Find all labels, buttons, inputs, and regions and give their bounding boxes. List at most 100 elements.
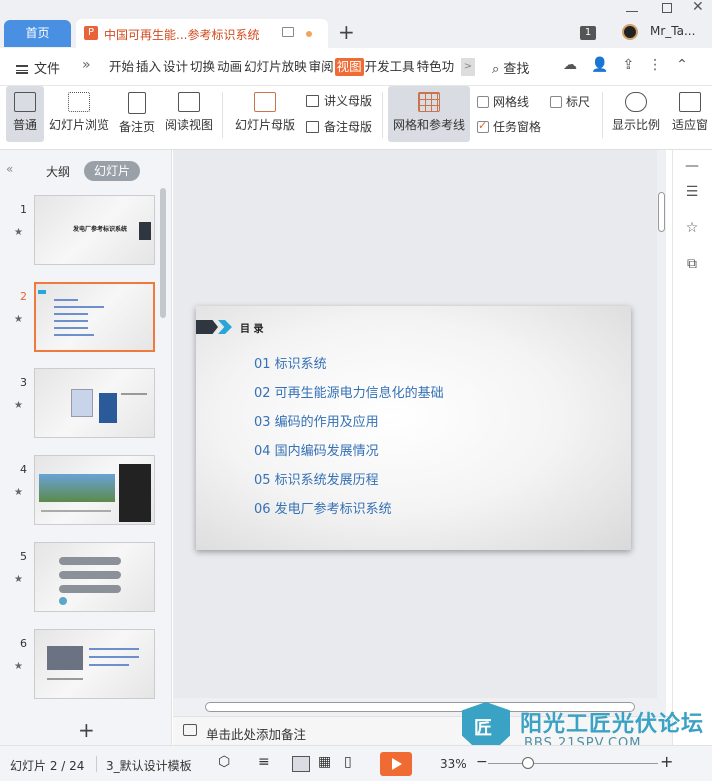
notes-page-button[interactable]: 备注页: [116, 86, 158, 142]
maximize-icon[interactable]: [662, 3, 672, 13]
thumbnail-image: [39, 474, 115, 502]
toc-item[interactable]: 04 国内编码发展情况: [254, 440, 379, 459]
slide-master-button[interactable]: 幻灯片母版: [232, 86, 298, 142]
template-name[interactable]: 3_默认设计模板: [106, 757, 192, 774]
reading-view-button[interactable]: 阅读视图: [162, 86, 216, 142]
cube-icon[interactable]: ⬡: [218, 754, 230, 770]
vertical-scrollbar[interactable]: [657, 150, 666, 698]
tab-outline[interactable]: 大纲: [46, 163, 70, 180]
tab-transition[interactable]: 切换: [189, 58, 216, 76]
star-icon[interactable]: ★: [14, 487, 23, 498]
collapse-ribbon-icon[interactable]: ⌃: [676, 57, 688, 73]
star-icon[interactable]: ★: [14, 661, 23, 672]
grid-guides-button[interactable]: 网格和参考线: [388, 86, 470, 142]
home-tab[interactable]: 首页: [4, 20, 71, 47]
notes-master-button[interactable]: 备注母版: [306, 118, 372, 135]
star-icon[interactable]: ★: [14, 574, 23, 585]
zoom-slider-track[interactable]: [488, 763, 658, 764]
zoom-slider-handle[interactable]: [522, 757, 534, 769]
gridlines-checkbox[interactable]: 网格线: [477, 93, 529, 110]
slide-heading[interactable]: 目 录: [240, 320, 263, 335]
grid-view-icon[interactable]: ▦: [318, 754, 331, 770]
current-slide[interactable]: 目 录 01 标识系统 02 可再生能源电力信息化的基础 03 编码的作用及应用…: [196, 306, 631, 550]
minimize-icon[interactable]: [626, 2, 638, 12]
tab-view[interactable]: 视图: [334, 58, 364, 76]
book-view-icon[interactable]: ▯: [344, 754, 352, 770]
star-icon[interactable]: ★: [14, 227, 23, 238]
slide-thumbnail[interactable]: [34, 455, 155, 525]
toc-item[interactable]: 05 标识系统发展历程: [254, 469, 379, 488]
play-slideshow-button[interactable]: [380, 752, 412, 776]
menu-expand-button[interactable]: »: [82, 57, 91, 73]
star-icon[interactable]: ★: [14, 400, 23, 411]
toc-item[interactable]: 06 发电厂参考标识系统: [254, 498, 392, 517]
task-pane-check-box[interactable]: [477, 119, 489, 133]
document-tab[interactable]: P 中国可再生能...参考标识系统: [76, 19, 328, 48]
ruler-checkbox[interactable]: 标尺: [550, 93, 590, 110]
align-icon[interactable]: ≡: [258, 754, 270, 770]
zoom-level[interactable]: 33%: [440, 757, 467, 771]
book-icon: [178, 92, 200, 112]
tab-design[interactable]: 设计: [162, 58, 189, 76]
search-button[interactable]: ⌕ 查找: [492, 58, 529, 77]
tab-start[interactable]: 开始: [108, 58, 135, 76]
tabs-scroll-right-button[interactable]: >: [461, 58, 475, 76]
tab-slideshow[interactable]: 幻灯片放映: [243, 58, 308, 76]
zoom-out-button[interactable]: −: [476, 754, 488, 770]
more-icon[interactable]: ⋮: [648, 57, 662, 73]
zoom-in-button[interactable]: +: [660, 752, 673, 771]
star-magic-icon[interactable]: ☆: [683, 220, 701, 238]
handout-master-button[interactable]: 讲义母版: [306, 92, 372, 109]
close-icon[interactable]: ✕: [692, 0, 704, 15]
slide-browse-button[interactable]: 幻灯片浏览: [46, 86, 112, 142]
menu-lines-icon[interactable]: —: [683, 158, 701, 176]
tab-review[interactable]: 审阅: [308, 58, 335, 76]
slide-master-label: 幻灯片母版: [234, 118, 295, 132]
fit-window-button[interactable]: 适应窗: [668, 86, 712, 142]
new-tab-button[interactable]: +: [338, 20, 355, 44]
slide-thumbnail-row[interactable]: 6 ★: [0, 629, 160, 701]
tab-developer[interactable]: 开发工具: [364, 58, 416, 76]
zoom-ratio-button[interactable]: 显示比例: [608, 86, 664, 142]
share-user-icon[interactable]: 👤: [591, 57, 608, 73]
tab-slides[interactable]: 幻灯片: [84, 161, 140, 181]
slide-thumbnail-row[interactable]: 3 ★: [0, 368, 160, 440]
vertical-scroll-thumb[interactable]: [658, 192, 665, 232]
window-count-badge[interactable]: 1: [580, 26, 596, 40]
notes-placeholder[interactable]: 单击此处添加备注: [206, 724, 306, 743]
toc-item[interactable]: 02 可再生能源电力信息化的基础: [254, 382, 444, 401]
normal-view-status-icon[interactable]: [292, 756, 310, 772]
slide-thumbnail[interactable]: 发电厂参考标识系统: [34, 195, 155, 265]
task-pane-checkbox[interactable]: 任务窗格: [477, 118, 541, 135]
toc-item[interactable]: 01 标识系统: [254, 353, 327, 372]
thumbnail-scrollbar[interactable]: [160, 188, 166, 318]
normal-view-button[interactable]: 普通: [6, 86, 44, 142]
gridlines-check-box[interactable]: [477, 96, 489, 108]
star-icon[interactable]: ★: [14, 314, 23, 325]
tab-animation[interactable]: 动画: [216, 58, 243, 76]
tab-insert[interactable]: 插入: [135, 58, 162, 76]
add-slide-button[interactable]: +: [78, 718, 95, 742]
toc-item[interactable]: 03 编码的作用及应用: [254, 411, 379, 430]
tab-special[interactable]: 特色功: [416, 58, 456, 76]
collapse-panel-icon[interactable]: «: [6, 162, 13, 176]
file-menu[interactable]: 文件: [16, 58, 60, 77]
slide-thumbnail-row[interactable]: 5 ★: [0, 542, 160, 614]
cloud-icon[interactable]: ☁: [563, 57, 577, 73]
avatar[interactable]: [622, 24, 638, 40]
settings-sliders-icon[interactable]: ☰: [683, 184, 701, 202]
slide-thumbnail-row[interactable]: 2 ★: [0, 282, 160, 354]
thumbnail-line: [89, 648, 139, 650]
slide-thumbnail-row[interactable]: 4 ★: [0, 455, 160, 527]
slide-thumbnail[interactable]: [34, 629, 155, 699]
ruler-check-box[interactable]: [550, 96, 562, 108]
slide-editing-canvas[interactable]: 目 录 01 标识系统 02 可再生能源电力信息化的基础 03 编码的作用及应用…: [173, 150, 666, 698]
user-name[interactable]: Mr_Ta...: [650, 24, 695, 38]
monitor-icon[interactable]: [282, 27, 294, 37]
export-icon[interactable]: ⇪: [622, 57, 634, 73]
copy-icon[interactable]: ⧉: [683, 256, 701, 274]
slide-thumbnail[interactable]: [34, 368, 155, 438]
slide-thumbnail-selected[interactable]: [34, 282, 155, 352]
slide-thumbnail[interactable]: [34, 542, 155, 612]
slide-thumbnail-row[interactable]: 1 ★ 发电厂参考标识系统: [0, 195, 160, 267]
